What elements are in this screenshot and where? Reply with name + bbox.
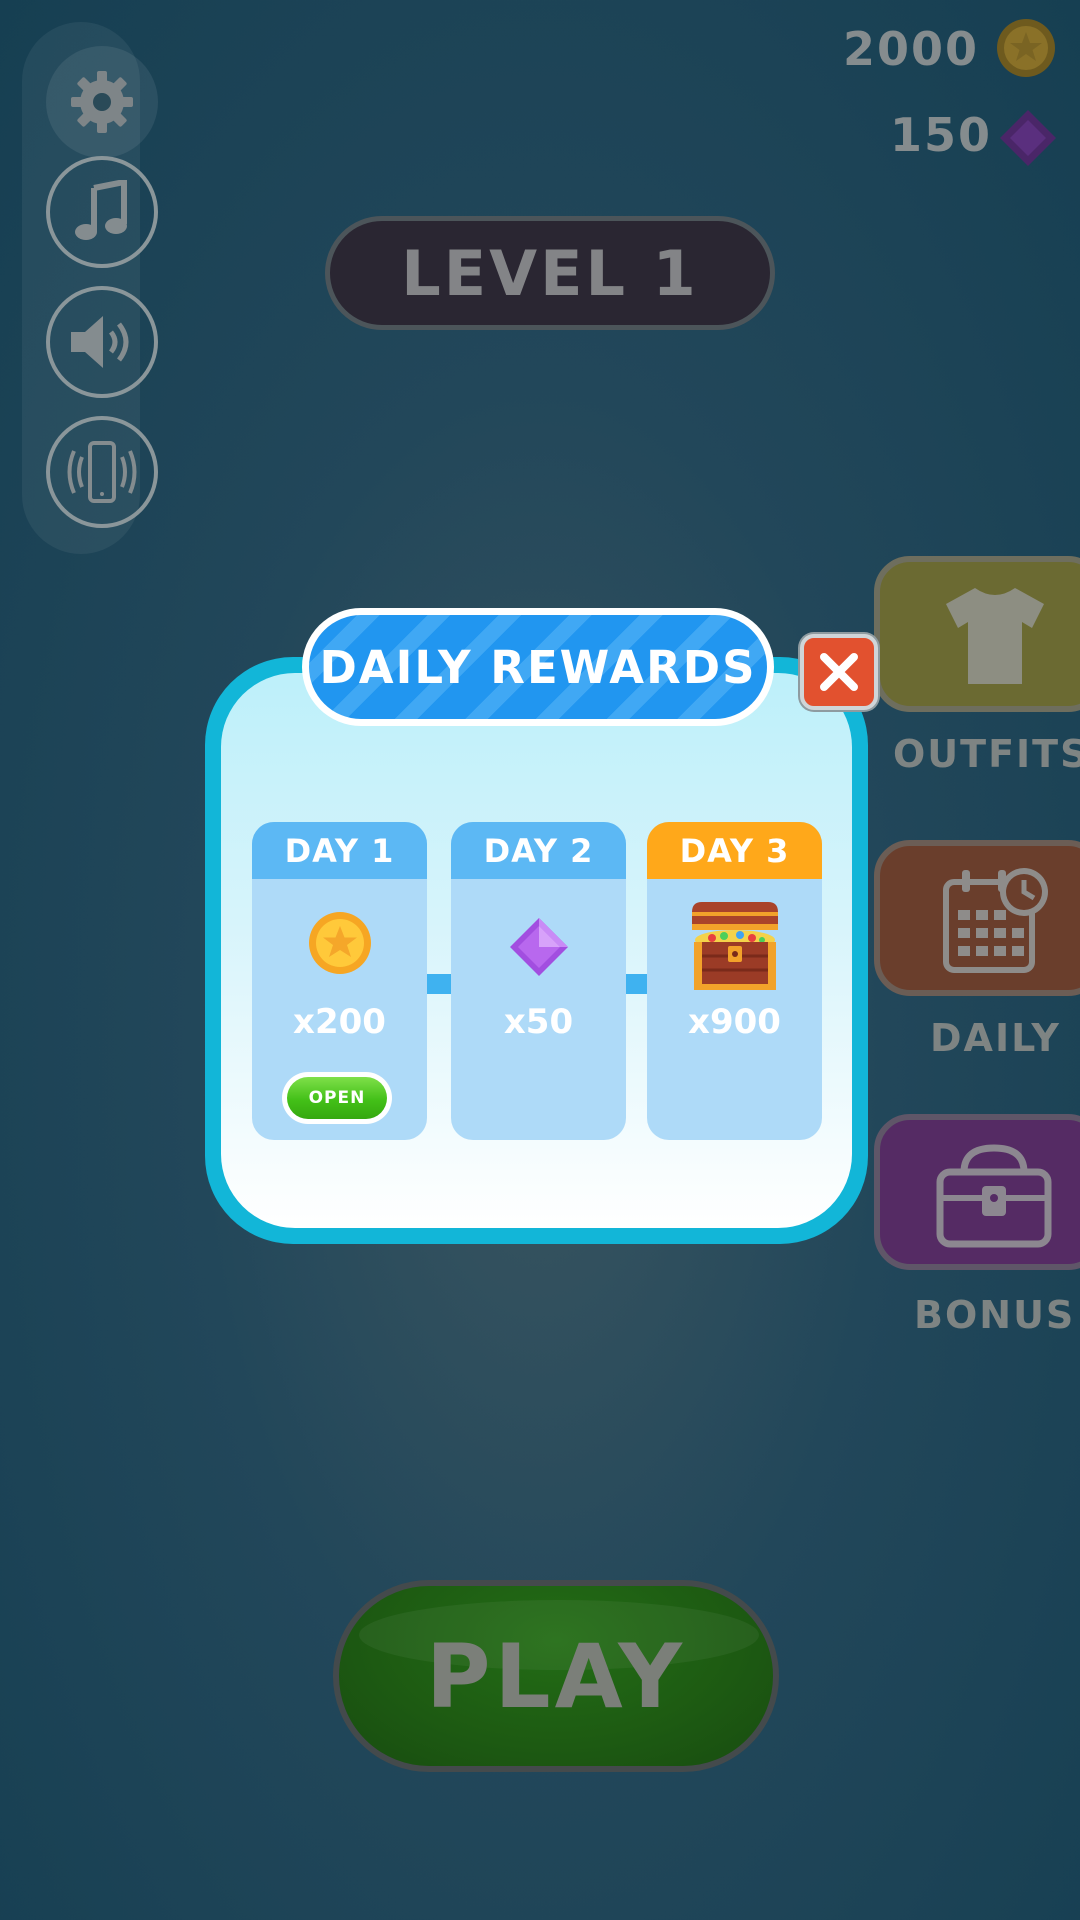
gem-icon	[1000, 110, 1056, 166]
calendar-clock-icon	[943, 868, 1048, 973]
coin-icon	[308, 912, 371, 974]
day-2-card[interactable]: DAY 2 x50	[451, 822, 626, 1140]
level-label: LEVEL 1	[401, 236, 699, 310]
day-2-label: DAY 2	[451, 822, 626, 879]
day-1-amount: x200	[293, 1002, 386, 1042]
music-note-icon	[75, 180, 127, 240]
tshirt-icon	[946, 588, 1044, 684]
dialog-title: DAILY REWARDS	[319, 640, 757, 694]
daily-button[interactable]	[874, 840, 1080, 996]
level-indicator: LEVEL 1	[325, 216, 775, 330]
music-button[interactable]	[46, 156, 158, 268]
treasure-chest-icon	[691, 902, 778, 990]
open-reward-label: OPEN	[287, 1077, 387, 1119]
bonus-label: BONUS	[914, 1293, 1076, 1337]
outfits-label: OUTFITS	[893, 732, 1080, 776]
settings-button[interactable]	[46, 46, 158, 158]
speaker-icon	[71, 316, 129, 368]
close-button[interactable]	[800, 634, 878, 710]
dialog-title-banner: DAILY REWARDS	[302, 608, 774, 726]
vibration-button[interactable]	[46, 416, 158, 528]
day-2-amount: x50	[503, 1002, 574, 1042]
bonus-button[interactable]	[874, 1114, 1080, 1270]
gear-icon	[71, 71, 133, 133]
outfits-button[interactable]	[874, 556, 1080, 712]
close-icon	[820, 653, 858, 691]
open-reward-button[interactable]: OPEN	[282, 1072, 392, 1124]
settings-panel	[22, 22, 158, 554]
daily-label: DAILY	[930, 1016, 1061, 1060]
coin-count: 2000	[843, 22, 980, 76]
play-label: PLAY	[426, 1624, 686, 1728]
vibrate-phone-icon	[67, 441, 137, 503]
play-button[interactable]: PLAY	[333, 1580, 779, 1772]
day-3-amount: x900	[688, 1002, 781, 1042]
day-3-label: DAY 3	[647, 822, 822, 879]
bonus-chest-icon	[936, 1144, 1052, 1248]
gem-count: 150	[890, 108, 993, 162]
sound-button[interactable]	[46, 286, 158, 398]
day-1-label: DAY 1	[252, 822, 427, 879]
day-connector	[624, 974, 648, 994]
gem-icon	[509, 918, 568, 976]
day-connector	[424, 974, 454, 994]
coin-icon	[997, 19, 1055, 77]
day-3-card[interactable]: DAY 3 x900	[647, 822, 822, 1140]
